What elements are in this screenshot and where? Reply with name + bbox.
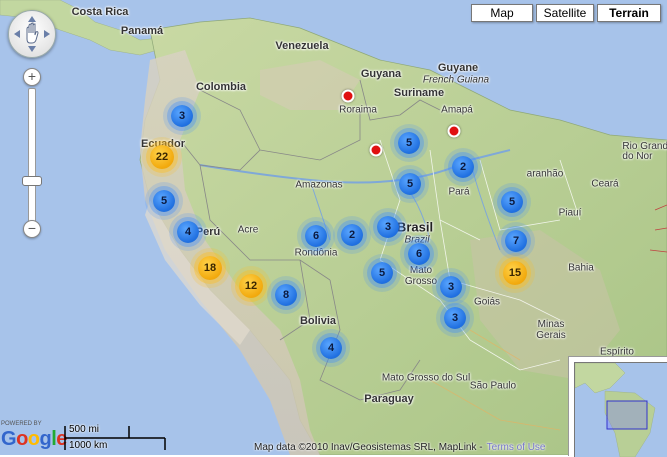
terrain-layer <box>0 0 667 455</box>
cluster-marker[interactable]: 5 <box>371 262 393 284</box>
logo-letter: o <box>27 428 40 450</box>
zoom-control: + − <box>20 68 42 240</box>
powered-by-label: POWERED BY <box>1 421 42 427</box>
label-guyane: Guyane <box>437 62 479 74</box>
label-maranhao: aranhão <box>526 168 564 180</box>
hand-icon[interactable] <box>26 22 39 44</box>
label-amapa: Amapá <box>441 104 473 116</box>
logo-letter: o <box>16 428 28 450</box>
zoom-in-button[interactable]: + <box>23 68 41 86</box>
cluster-marker[interactable]: 2 <box>452 156 474 178</box>
map-attribution: Map data ©2010 Inav/Geosistemas SRL, Map… <box>254 442 546 453</box>
google-logo[interactable]: Google <box>1 428 67 451</box>
cluster-marker[interactable]: 7 <box>505 230 527 252</box>
cluster-marker[interactable]: 15 <box>503 261 527 285</box>
label-rio-grande-do-norte: Rio Grande do Nor <box>622 141 667 162</box>
label-ceara: Ceará <box>591 178 619 190</box>
pan-right-icon[interactable] <box>44 30 50 38</box>
zoom-slider-thumb[interactable] <box>22 176 42 186</box>
label-paraguay: Paraguay <box>364 393 414 405</box>
label-minas-gerais: Minas Gerais <box>536 319 566 341</box>
label-rondonia: Rondônia <box>294 247 338 259</box>
map-marker[interactable] <box>447 124 461 138</box>
label-amazonas: Amazonas <box>295 179 343 191</box>
overview-land <box>575 363 656 457</box>
label-french-guiana: French Guiana <box>422 74 490 86</box>
label-roraima: Roraima <box>339 104 377 116</box>
scale-bar: 500 mi 1000 km <box>63 424 173 452</box>
cluster-marker[interactable]: 5 <box>153 190 175 212</box>
map-type-satellite-button[interactable]: Satellite <box>536 4 594 22</box>
zoom-slider-track[interactable] <box>28 88 36 222</box>
cluster-marker[interactable]: 6 <box>408 243 430 265</box>
copyright-text: Map data ©2010 Inav/Geosistemas SRL, Map… <box>254 442 483 453</box>
pan-arrows <box>14 16 50 52</box>
map-type-control: Map Satellite Terrain <box>468 4 661 22</box>
cluster-marker[interactable]: 8 <box>275 284 297 306</box>
cluster-marker[interactable]: 3 <box>171 105 193 127</box>
label-goias: Goiás <box>473 296 501 308</box>
label-piaui: Piauí <box>558 207 582 219</box>
label-venezuela: Venezuela <box>275 40 329 52</box>
cluster-marker[interactable]: 22 <box>150 145 174 169</box>
cluster-marker[interactable]: 3 <box>440 276 462 298</box>
label-guyana: Guyana <box>360 68 402 80</box>
map-marker[interactable] <box>341 89 355 103</box>
cluster-marker[interactable]: 5 <box>399 173 421 195</box>
label-mato-grosso-do-sul: Mato Grosso do Sul <box>381 372 471 384</box>
cluster-marker[interactable]: 6 <box>305 225 327 247</box>
overview-map[interactable] <box>568 356 667 457</box>
scale-miles: 500 mi <box>69 424 100 435</box>
zoom-out-button[interactable]: − <box>23 220 41 238</box>
pan-control[interactable] <box>8 10 56 58</box>
pan-up-icon[interactable] <box>28 16 36 22</box>
cluster-marker[interactable]: 5 <box>501 191 523 213</box>
logo-letter: g <box>39 428 52 450</box>
map-type-map-button[interactable]: Map <box>471 4 533 22</box>
scale-km: 1000 km <box>69 440 108 451</box>
cluster-marker[interactable]: 3 <box>377 216 399 238</box>
map-type-terrain-button[interactable]: Terrain <box>597 4 661 22</box>
cluster-marker[interactable]: 18 <box>198 256 222 280</box>
label-colombia: Colombia <box>195 81 247 93</box>
label-acre: Acre <box>237 224 259 236</box>
pan-left-icon[interactable] <box>14 30 20 38</box>
pan-down-icon[interactable] <box>28 46 36 52</box>
cluster-marker[interactable]: 5 <box>398 132 420 154</box>
label-suriname: Suriname <box>393 87 445 99</box>
overview-map-view[interactable] <box>574 362 667 457</box>
label-peru: Perú <box>195 226 221 238</box>
map-canvas[interactable]: Costa Rica Panamá Venezuela Colombia Guy… <box>0 0 667 455</box>
cluster-marker[interactable]: 12 <box>239 274 263 298</box>
label-bahia: Bahia <box>568 262 594 274</box>
cluster-marker[interactable]: 2 <box>341 224 363 246</box>
label-mato-grosso: Mato Grosso <box>404 265 438 287</box>
label-bolivia: Bolivia <box>299 315 337 327</box>
label-para: Pará <box>448 186 470 198</box>
cluster-marker[interactable]: 4 <box>177 221 199 243</box>
label-panama: Panamá <box>120 25 164 37</box>
label-sao-paulo: São Paulo <box>469 380 517 392</box>
label-brasil: Brasil <box>396 219 434 235</box>
map-marker[interactable] <box>369 143 383 157</box>
label-costa-rica: Costa Rica <box>71 6 129 18</box>
terms-of-use-link[interactable]: Terms of Use <box>487 442 546 453</box>
overview-viewport[interactable] <box>606 400 648 430</box>
logo-letter: G <box>1 428 17 450</box>
cluster-marker[interactable]: 4 <box>320 337 342 359</box>
cluster-marker[interactable]: 3 <box>444 307 466 329</box>
